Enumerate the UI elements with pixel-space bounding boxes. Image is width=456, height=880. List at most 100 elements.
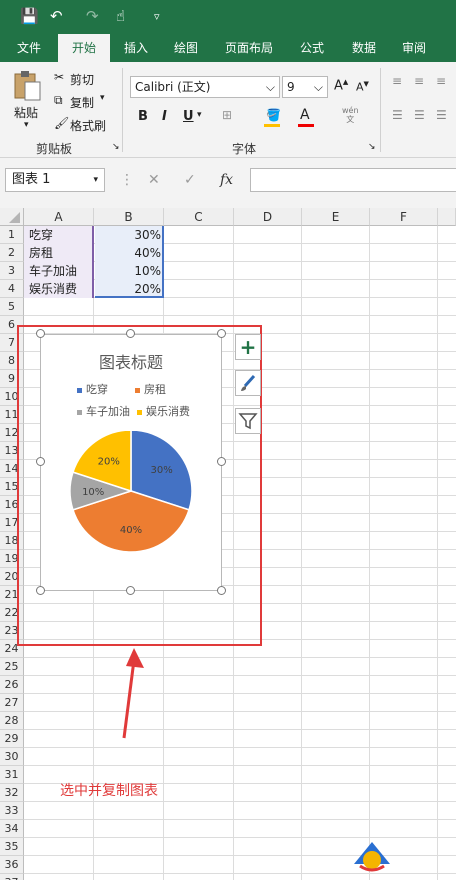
resize-handle[interactable] [217,457,226,466]
tab-review[interactable]: 审阅 [392,34,436,62]
row-header[interactable]: 29 [0,730,24,748]
name-box[interactable]: 图表 1 ▾ [5,168,105,192]
decrease-font-icon[interactable]: A▼ [356,80,369,94]
font-color-icon[interactable]: A [300,107,310,123]
row-header[interactable]: 36 [0,856,24,874]
row-header[interactable]: 4 [0,280,24,298]
touch-mode-icon[interactable]: ☝ [116,7,125,25]
cell-b4[interactable]: 20% [96,280,164,298]
border-icon[interactable]: ⊞ [222,108,232,122]
copy-dropdown-icon[interactable]: ▾ [100,93,105,103]
tab-home[interactable]: 开始 [58,34,110,62]
watermark-logo-icon [354,842,390,872]
resize-handle[interactable] [217,586,226,595]
row-header[interactable]: 35 [0,838,24,856]
chart-elements-button[interactable]: + [235,334,261,360]
cell-b3[interactable]: 10% [96,262,164,280]
font-launcher-icon[interactable]: ↘ [368,142,376,152]
gridline [24,729,456,730]
legend-item: 娱乐消费 [137,403,190,419]
paste-dropdown-icon[interactable]: ▾ [24,120,29,130]
row-header[interactable]: 27 [0,694,24,712]
row-header[interactable]: 33 [0,802,24,820]
underline-dropdown-icon[interactable]: ▾ [197,110,202,120]
row-header[interactable]: 3 [0,262,24,280]
tab-file[interactable]: 文件 [6,34,52,62]
underline-button[interactable]: U [183,109,194,124]
chart-filters-button[interactable] [235,408,261,434]
pie-plot: 30% 40% 10% 20% [69,431,193,553]
worksheet-grid[interactable]: 3736353433323130292827262524232221201918… [0,208,456,880]
column-header[interactable]: F [370,208,438,226]
font-size-select[interactable]: 9 ⌵ [282,76,328,98]
chart-styles-button[interactable] [235,370,261,396]
font-name-select[interactable]: Calibri (正文) ⌵ [130,76,280,98]
tab-draw[interactable]: 绘图 [164,34,208,62]
row-header[interactable]: 28 [0,712,24,730]
clipboard-launcher-icon[interactable]: ↘ [112,142,120,152]
resize-handle[interactable] [36,586,45,595]
cell-a4[interactable]: 娱乐消费 [26,280,94,298]
tab-formulas[interactable]: 公式 [290,34,334,62]
phonetic-char: 文 [346,115,355,124]
column-header[interactable]: C [164,208,234,226]
redo-icon[interactable]: ↷ [86,7,99,25]
align-left-icon[interactable]: ☰ [392,108,403,122]
bold-button[interactable]: B [138,109,148,124]
name-box-value: 图表 1 [12,172,51,187]
row-header[interactable]: 31 [0,766,24,784]
copy-button[interactable]: 复制 [70,94,94,111]
row-header[interactable]: 5 [0,298,24,316]
cell-a3[interactable]: 车子加油 [26,262,94,280]
column-header[interactable]: A [24,208,94,226]
pie-chart[interactable]: 图表标题 吃穿 房租 车子加油 娱乐消费 30% 40% 10% 20% [40,334,222,591]
save-icon[interactable]: 💾 [20,7,39,25]
cell-b2[interactable]: 40% [96,244,164,262]
resize-handle[interactable] [126,329,135,338]
row-header[interactable]: 30 [0,748,24,766]
pie-data-label: 40% [120,525,142,536]
resize-handle[interactable] [36,457,45,466]
align-middle-icon[interactable]: ≡ [414,74,424,88]
undo-icon[interactable]: ↶ [50,7,63,25]
row-header[interactable]: 34 [0,820,24,838]
cut-button[interactable]: 剪切 [70,71,94,88]
column-header[interactable]: D [234,208,302,226]
cell-b1[interactable]: 30% [96,226,164,244]
row-header[interactable]: 37 [0,874,24,880]
align-center-icon[interactable]: ☰ [414,108,425,122]
resize-handle[interactable] [217,329,226,338]
resize-handle[interactable] [126,586,135,595]
legend-item: 车子加油 [77,403,130,419]
row-header[interactable]: 32 [0,784,24,802]
column-header[interactable] [438,208,456,226]
formula-input[interactable] [250,168,456,192]
select-all-corner[interactable] [0,208,24,226]
increase-font-icon[interactable]: A▲ [334,78,348,93]
cancel-icon[interactable]: ✕ [148,172,160,188]
gridline [24,675,456,676]
paste-button[interactable]: 粘贴 ▾ [10,68,44,134]
align-top-icon[interactable]: ≡ [392,74,402,88]
row-header[interactable]: 1 [0,226,24,244]
row-header[interactable]: 2 [0,244,24,262]
insert-function-button[interactable]: fx [220,172,233,188]
tab-page-layout[interactable]: 页面布局 [214,34,284,62]
row-header[interactable]: 25 [0,658,24,676]
resize-handle[interactable] [36,329,45,338]
row-header[interactable]: 26 [0,676,24,694]
align-bottom-icon[interactable]: ≡ [436,74,446,88]
column-header[interactable]: E [302,208,370,226]
cell-a1[interactable]: 吃穿 [26,226,94,244]
align-right-icon[interactable]: ☰ [436,108,447,122]
tab-insert[interactable]: 插入 [114,34,158,62]
column-header[interactable]: B [94,208,164,226]
tab-data[interactable]: 数据 [340,34,388,62]
customize-qat-icon[interactable]: ▿ [154,10,160,23]
format-painter-button[interactable]: 格式刷 [70,117,106,134]
enter-icon[interactable]: ✓ [184,172,196,188]
cell-a2[interactable]: 房租 [26,244,94,262]
phonetic-icon[interactable]: wén 文 [342,106,359,124]
fill-color-icon[interactable]: 🪣 [266,108,281,122]
italic-button[interactable]: I [162,109,167,124]
